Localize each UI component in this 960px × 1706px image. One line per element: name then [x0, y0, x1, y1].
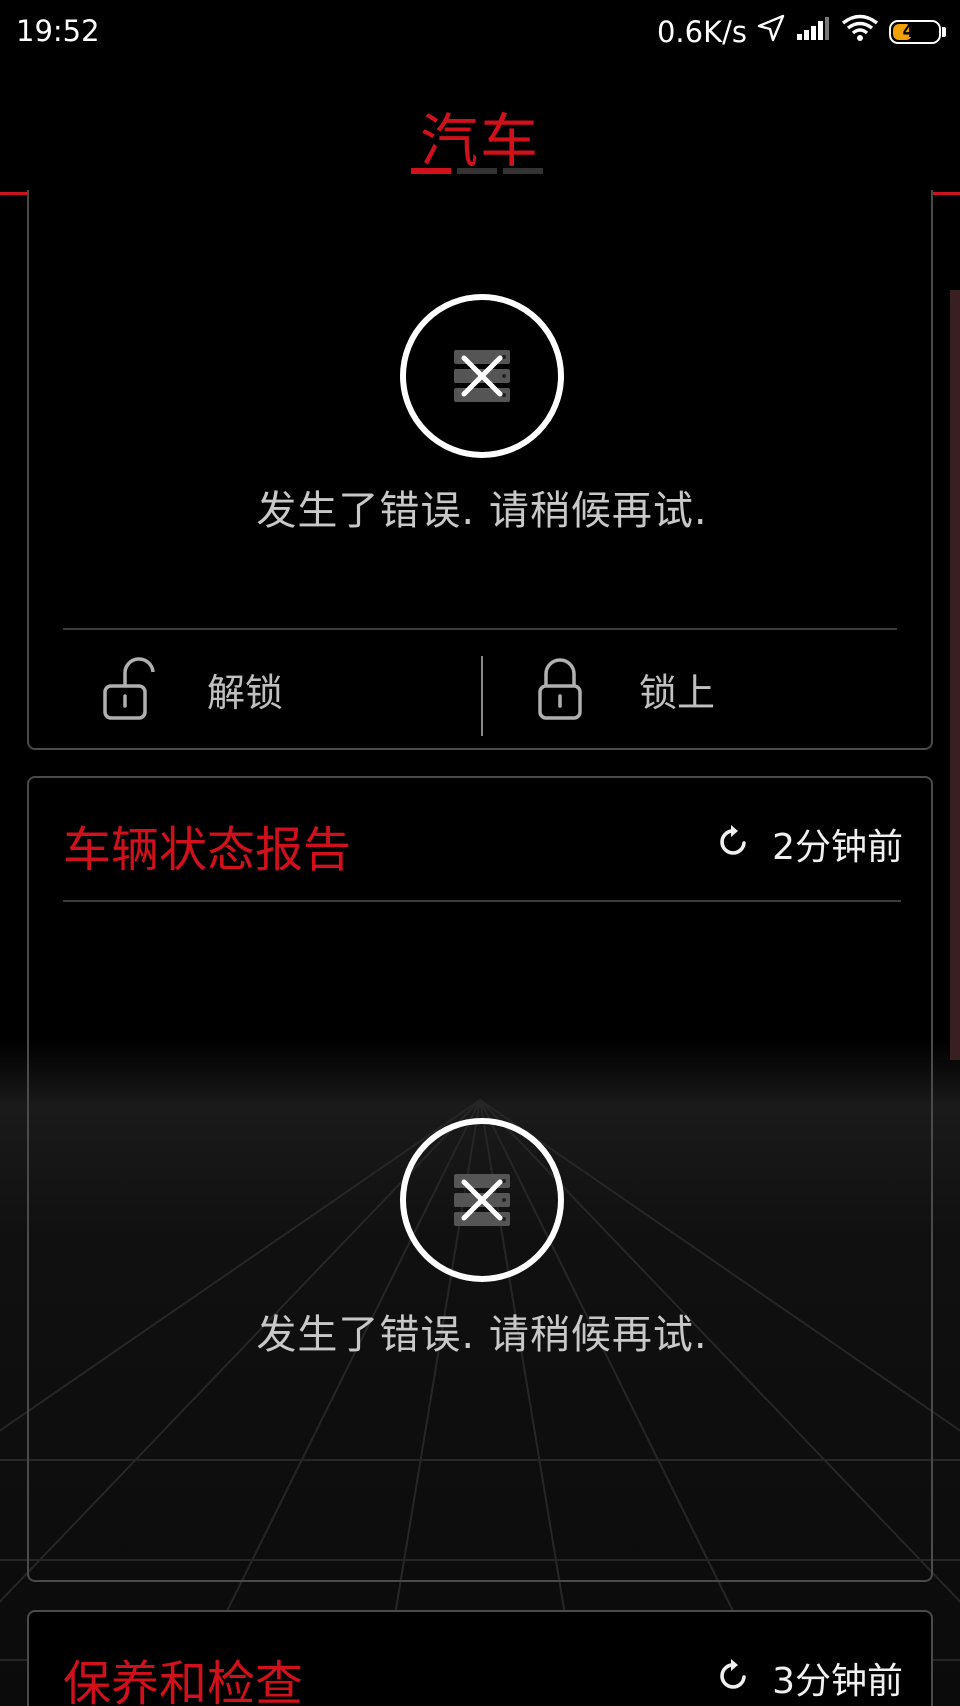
wifi-icon	[841, 14, 879, 49]
vehicle-status-title: 车辆状态报告	[63, 822, 352, 878]
vehicle-status-header: 车辆状态报告 2分钟前	[29, 778, 935, 902]
page-dot-2[interactable]	[457, 168, 497, 174]
unlock-icon	[93, 654, 163, 724]
vehicle-status-updated: 2分钟前	[772, 827, 903, 868]
status-bar: 19:52 0.6K/s 48	[0, 0, 960, 66]
vehicle-status-card: 车辆状态报告 2分钟前 发生了错误. 请稍候再试.	[27, 776, 933, 1582]
lock-actions: 解锁 锁上	[29, 630, 935, 748]
maintenance-title: 保养和检查	[63, 1656, 304, 1706]
lock-icon	[525, 654, 595, 724]
page-title: 汽车	[419, 107, 540, 175]
error-message: 发生了错误. 请稍候再试.	[256, 1312, 708, 1358]
battery-body: 48	[889, 19, 941, 44]
lock-label: 锁上	[639, 670, 716, 715]
maintenance-card: 保养和检查 3分钟前	[27, 1610, 933, 1706]
lock-button-separator	[481, 656, 483, 736]
remote-lock-card: 发生了错误. 请稍候再试. 解锁 锁上	[27, 190, 933, 750]
server-error-icon	[400, 294, 564, 458]
location-arrow-icon	[757, 14, 785, 49]
maintenance-refresh[interactable]: 3分钟前	[718, 1652, 903, 1704]
scrollbar[interactable]	[950, 290, 960, 1060]
vehicle-status-divider	[63, 900, 901, 902]
network-speed: 0.6K/s	[656, 14, 747, 49]
unlock-button[interactable]: 解锁	[93, 630, 513, 748]
screen: 19:52 0.6K/s 48 汽车 发生了错误. 请稍候再试. 解锁 锁上 车…	[0, 0, 960, 1706]
app-header: 汽车	[0, 66, 960, 195]
status-time: 19:52	[16, 14, 100, 48]
page-dot-1[interactable]	[411, 168, 451, 174]
lock-error-block: 发生了错误. 请稍候再试.	[29, 294, 935, 536]
battery-level: 48	[902, 21, 928, 42]
status-icons: 0.6K/s 48	[657, 14, 946, 49]
unlock-label: 解锁	[207, 670, 284, 715]
lock-button[interactable]: 锁上	[525, 630, 945, 748]
error-message: 发生了错误. 请稍候再试.	[256, 488, 708, 534]
battery-icon: 48	[889, 19, 946, 44]
server-error-icon	[400, 1118, 564, 1282]
battery-tip	[942, 26, 946, 37]
refresh-icon[interactable]	[718, 1657, 750, 1700]
maintenance-header: 保养和检查 3分钟前	[29, 1612, 935, 1706]
refresh-icon[interactable]	[718, 823, 750, 866]
vehicle-status-refresh[interactable]: 2分钟前	[718, 818, 903, 870]
signal-icon	[795, 15, 831, 49]
maintenance-updated: 3分钟前	[772, 1661, 903, 1702]
page-indicator	[411, 168, 543, 174]
status-error-block: 发生了错误. 请稍候再试.	[29, 1118, 935, 1360]
page-dot-3[interactable]	[503, 168, 543, 174]
